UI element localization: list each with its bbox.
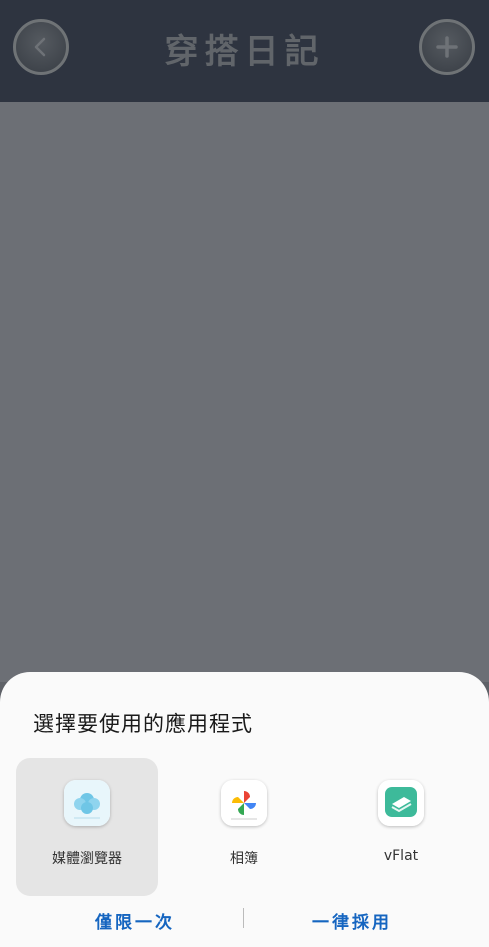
add-button[interactable] — [419, 19, 475, 75]
always-button[interactable]: 一律採用 — [312, 908, 392, 933]
app-label: 相簿 — [230, 851, 258, 867]
app-chooser-sheet: 選擇要使用的應用程式 媒體瀏覽器 相簿 vFlat 僅限一次 一律採用 — [0, 672, 489, 947]
chooser-title: 選擇要使用的應用程式 — [33, 712, 253, 736]
photos-pinwheel-icon — [221, 780, 267, 826]
media-browser-icon — [64, 780, 110, 826]
plus-icon — [436, 36, 458, 58]
page-title: 穿搭日記 — [164, 32, 325, 72]
app-option-media-browser[interactable]: 媒體瀏覽器 — [16, 758, 158, 896]
dimmed-content-area[interactable] — [0, 102, 489, 682]
chooser-actions: 僅限一次 一律採用 — [0, 904, 489, 934]
app-label: 媒體瀏覽器 — [52, 851, 122, 867]
app-option-vflat[interactable]: vFlat — [330, 758, 472, 896]
just-once-button[interactable]: 僅限一次 — [95, 908, 175, 933]
app-option-photos[interactable]: 相簿 — [173, 758, 315, 896]
app-header: 穿搭日記 — [0, 0, 489, 102]
divider — [243, 908, 244, 928]
vflat-icon — [378, 780, 424, 826]
app-label: vFlat — [383, 848, 419, 864]
